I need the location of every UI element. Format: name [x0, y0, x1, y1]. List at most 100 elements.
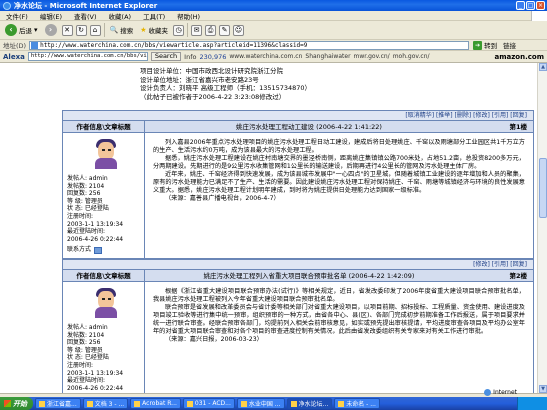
message-paragraph: 近年来，姚庄、千窑经济得到快速发展，成为该县城市发展中"一心四点"的卫星城，但随…	[153, 171, 525, 194]
go-arrow-icon: ➔	[473, 40, 483, 50]
taskbar-item-label: 文档 3 - ...	[94, 401, 125, 408]
address-input[interactable]: http://www.waterchina.com.cn/bbs/viewart…	[29, 40, 470, 50]
globe-icon	[484, 389, 492, 396]
close-button[interactable]: ×	[536, 1, 545, 10]
print-icon[interactable]: ⎙	[205, 24, 217, 36]
post-actions[interactable]: [取消精华] [推举] [删除] [修改] [引用] [回复]	[63, 111, 533, 121]
standard-toolbar: ‹ 后退 ▾ › ✕ ↻ ⌂ 🔍 搜索 ★ 收藏夹 ◷ ✉ ⎙ ✎ ☺	[0, 21, 547, 40]
taskbar-item[interactable]: 浙江省嘉...	[35, 398, 81, 409]
post-floor: 第2楼	[509, 272, 527, 280]
ie-icon	[3, 1, 11, 10]
search-button[interactable]: 🔍 搜索	[108, 23, 136, 38]
menu-tools[interactable]: 工具(T)	[143, 11, 165, 21]
post-body: 发帖人: admin 发帖数: 2104 回复数: 256 等 级: 管理员 状…	[63, 282, 533, 393]
taskbar-item[interactable]: 未命名 - ...	[334, 398, 380, 409]
message-source: （来源：嘉善县广播电视台，2006-4-7）	[165, 195, 280, 202]
menu-help[interactable]: 帮助(H)	[177, 11, 200, 21]
forum-post: [修改] [引用] [回复] 作者信息\文章标题 姚庄污水处理工程列入省重大项目…	[62, 259, 534, 393]
stop-icon[interactable]: ✕	[61, 24, 73, 36]
contact-button[interactable]: 联系方式	[67, 246, 144, 254]
taskbar-item[interactable]: 水业中国 ...	[236, 398, 285, 409]
scroll-thumb[interactable]	[539, 158, 547, 218]
taskbar-item-label: 水业中国 ...	[248, 401, 281, 408]
page-icon	[31, 41, 39, 49]
avatar	[91, 139, 121, 169]
message-paragraph: 根据《浙江省重大建设项目联合预审办法(试行)》等相关规定，近日，省发改委印发了2…	[153, 288, 525, 303]
alexa-link-shanghaiwater[interactable]: Shanghaiwater	[305, 53, 350, 60]
info-line: 设计单位地址：浙江省嘉兴市老安路23号	[140, 75, 259, 84]
refresh-icon[interactable]: ↻	[75, 24, 87, 36]
user-status: 状 态: 已经登陆	[67, 354, 109, 362]
message-source: （来源：嘉兴日报，2006-03-23）	[165, 336, 263, 343]
user-replies: 回复数: 256	[67, 339, 101, 347]
alexa-search-button[interactable]: Search	[150, 52, 182, 61]
scroll-up-icon[interactable]: ▲	[539, 63, 547, 71]
author-column-header: 作者信息\文章标题	[63, 270, 145, 281]
ie-icon	[240, 400, 247, 407]
forward-button[interactable]: ›	[43, 23, 59, 38]
links-button[interactable]: 链接	[503, 40, 516, 50]
maximize-button[interactable]: □	[526, 1, 535, 10]
alexa-toolbar: Alexa http://www.waterchina.com.cn/bbs/v…	[0, 51, 547, 63]
info-line: 项目设计单位：中国市政西北设计研究院浙江分院	[140, 67, 283, 75]
alexa-rank: 230,976	[199, 52, 227, 61]
alexa-link-waterchina[interactable]: www.waterchina.com.cn	[229, 53, 302, 60]
history-icon[interactable]: ◷	[173, 24, 185, 36]
window-title: 净水论坛 - Microsoft Internet Explorer	[14, 1, 158, 10]
minimize-button[interactable]: _	[516, 1, 525, 10]
word-icon	[86, 400, 93, 407]
menu-bar: 文件(F) 编辑(E) 查看(V) 收藏(A) 工具(T) 帮助(H)	[0, 11, 547, 21]
address-url: http://www.waterchina.com.cn/bbs/viewart…	[40, 41, 308, 49]
user-info: 发帖人: admin 发帖数: 2104 回复数: 256 等 级: 管理员 状…	[63, 282, 145, 393]
start-label: 开始	[13, 399, 27, 408]
vertical-scrollbar[interactable]: ▲ ▼	[537, 63, 547, 393]
image-icon	[186, 400, 193, 407]
go-button[interactable]: ➔ 转到	[473, 40, 497, 50]
menu-favorites[interactable]: 收藏(A)	[109, 11, 132, 21]
status-zone: Internet	[484, 389, 517, 396]
taskbar: 开始 浙江省嘉... 文档 3 - ... Acrobat R... 031 -…	[0, 397, 547, 410]
alexa-logo[interactable]: Alexa	[3, 53, 25, 61]
toolbar-separator	[187, 23, 189, 37]
home-icon[interactable]: ⌂	[89, 24, 101, 36]
post-actions[interactable]: [修改] [引用] [回复]	[63, 260, 533, 270]
menu-view[interactable]: 查看(V)	[74, 11, 97, 21]
post-title: 姚庄污水处理工程动工建设 (2006-4-22 1:41:22)	[236, 123, 382, 131]
back-button[interactable]: ‹ 后退 ▾	[3, 23, 40, 38]
user-replies: 回复数: 256	[67, 190, 101, 198]
search-icon: 🔍	[109, 26, 119, 34]
taskbar-item[interactable]: Acrobat R...	[130, 398, 181, 409]
user-status: 状 态: 已经登陆	[67, 205, 109, 213]
post-message: 根据《浙江省重大建设项目联合预审办法(试行)》等相关规定，近日，省发改委印发了2…	[145, 282, 533, 393]
zone-label: Internet	[493, 389, 517, 396]
mail-icon[interactable]: ✉	[191, 24, 203, 36]
paint-icon	[338, 400, 345, 407]
amazon-logo[interactable]: amazon.com	[494, 53, 544, 61]
reg-label: 注册时间:	[67, 361, 94, 369]
menu-edit[interactable]: 编辑(E)	[40, 11, 62, 21]
taskbar-item-active[interactable]: 净水论坛...	[286, 398, 333, 409]
info-line: （此帖子已被作者于2006-4-22 3:23:08修改过）	[140, 92, 286, 101]
chevron-down-icon[interactable]: ▾	[34, 26, 38, 34]
post-floor: 第1楼	[509, 123, 527, 131]
back-arrow-icon: ‹	[5, 24, 17, 36]
alexa-link-mwr[interactable]: mwr.gov.cn/	[354, 53, 390, 60]
alexa-link-moh[interactable]: moh.gov.cn/	[393, 53, 430, 60]
edit-icon[interactable]: ✎	[219, 24, 231, 36]
system-tray[interactable]	[517, 397, 547, 410]
menu-file[interactable]: 文件(F)	[6, 11, 28, 21]
windows-logo-icon	[531, 11, 547, 21]
messenger-icon[interactable]: ☺	[233, 24, 245, 36]
alexa-info-button[interactable]: Info	[184, 53, 196, 61]
contact-icon	[94, 246, 103, 254]
taskbar-item[interactable]: 031 - ACD...	[182, 398, 235, 409]
address-label: 地址(D)	[3, 42, 27, 50]
post-header: 作者信息\文章标题 姚庄污水处理工程动工建设 (2006-4-22 1:41:2…	[63, 121, 533, 133]
scroll-down-icon[interactable]: ▼	[539, 385, 547, 393]
avatar	[91, 288, 121, 318]
favorites-button[interactable]: ★ 收藏夹	[138, 23, 170, 38]
alexa-search-input[interactable]: http://www.waterchina.com.cn/bbs/viewart…	[27, 52, 148, 61]
start-button[interactable]: 开始	[0, 397, 33, 410]
info-line: 设计负责人：刘晓平 高级工程师（手机：13515734870）	[140, 84, 312, 93]
taskbar-item[interactable]: 文档 3 - ...	[82, 398, 129, 409]
